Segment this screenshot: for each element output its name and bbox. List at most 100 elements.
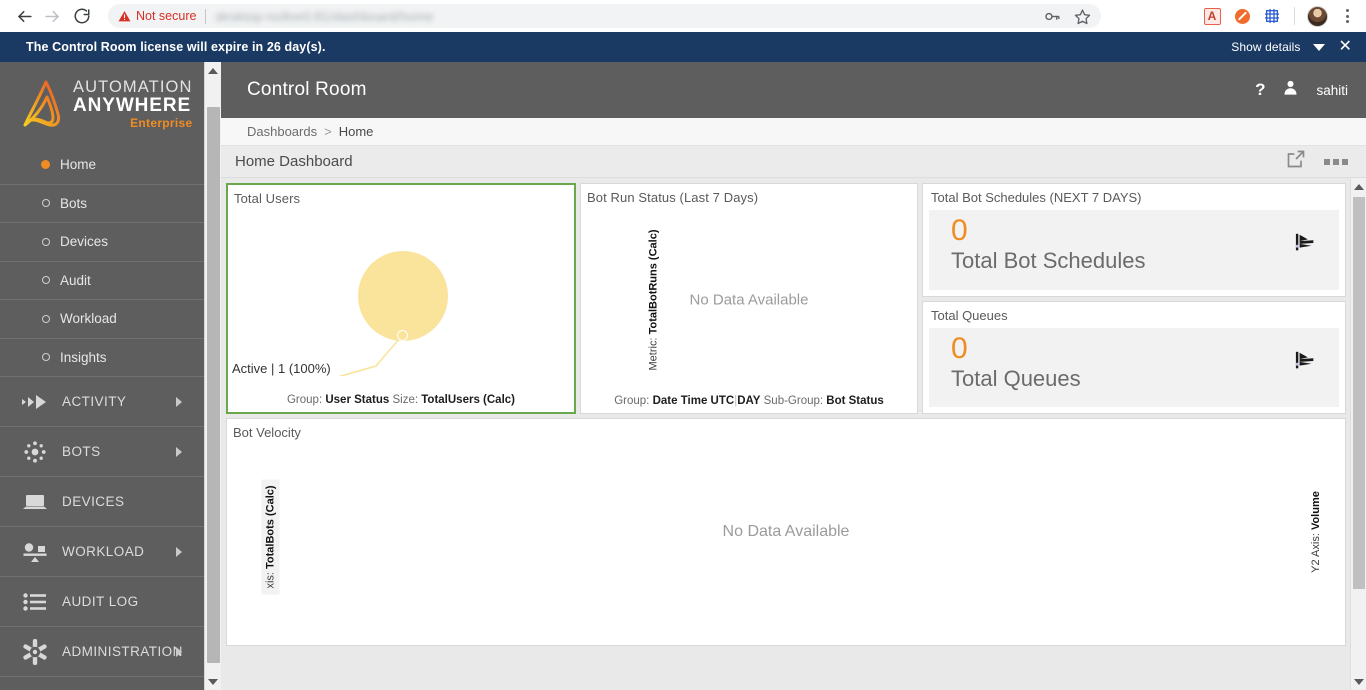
laptop-icon (20, 489, 50, 515)
workload-balance-icon (20, 539, 50, 565)
sidebar-item-audit-log[interactable]: AUDIT LOG (0, 577, 204, 627)
empty-state-message: No Data Available (689, 291, 809, 309)
widget-total-queues[interactable]: Total Queues 0 Total Queues (922, 300, 1346, 414)
scroll-up-arrow-icon[interactable] (205, 62, 221, 79)
show-details-link[interactable]: Show details (1231, 40, 1300, 54)
dashboard-title: Home Dashboard (235, 153, 353, 170)
sidebar-mainitem-label: ACTIVITY (62, 394, 127, 409)
widget-footer: Group: Date Time UTC|DAY Sub-Group: Bot … (614, 395, 884, 407)
adobe-acrobat-icon[interactable]: A (1197, 2, 1227, 30)
chevron-down-icon[interactable] (1313, 43, 1326, 51)
key-icon[interactable] (1037, 2, 1067, 30)
sidebar-item-activity[interactable]: ACTIVITY (0, 377, 204, 427)
bullet-icon (42, 353, 50, 362)
widget-bot-velocity[interactable]: Bot Velocity xis: TotalBots (Calc) No Da… (226, 418, 1346, 646)
widget-total-bot-schedules[interactable]: Total Bot Schedules (NEXT 7 DAYS) 0 Tota… (922, 183, 1346, 297)
breadcrumb: Dashboards > Home (221, 118, 1366, 146)
widget-bot-run-status[interactable]: Bot Run Status (Last 7 Days) Metric: Tot… (580, 183, 918, 414)
active-bullet-icon (41, 160, 50, 170)
sidebar-mainnav: ACTIVITY BOTS DEVICES WORKLOAD AUDIT LOG… (0, 377, 204, 677)
sidebar-mainitem-label: DEVICES (62, 494, 125, 509)
star-icon[interactable] (1067, 2, 1097, 30)
kpi-label: Total Bot Schedules (951, 248, 1146, 273)
more-options-icon[interactable] (1324, 158, 1348, 165)
sidebar-item-bots[interactable]: Bots (0, 185, 204, 223)
sidebar-mainitem-label: AUDIT LOG (62, 594, 139, 609)
dashboard-canvas: Total Users Active | 1 (100%) Group: Use… (221, 178, 1366, 690)
widget-title: Bot Velocity (233, 425, 301, 440)
sidebar-subitem-label: Audit (60, 272, 91, 288)
license-banner: The Control Room license will expire in … (0, 32, 1366, 62)
scrollbar-thumb[interactable] (207, 107, 220, 663)
blue-grid-icon[interactable] (1257, 2, 1287, 30)
sidebar-item-workload[interactable]: WORKLOAD (0, 527, 204, 577)
bot-run-status-chart[interactable]: Metric: TotalBotRuns (Calc) No Data Avai… (581, 205, 917, 395)
brand-logo[interactable]: AUTOMATION ANYWHERE Enterprise (0, 62, 204, 146)
empty-state-message: No Data Available (722, 523, 850, 540)
widget-title: Bot Run Status (Last 7 Days) (587, 190, 759, 205)
control-room-header: Control Room ? sahiti (221, 62, 1366, 118)
widget-total-users[interactable]: Total Users Active | 1 (100%) Group: Use… (226, 183, 576, 414)
user-icon[interactable] (1282, 79, 1299, 101)
profile-avatar[interactable] (1302, 2, 1332, 30)
external-link-icon[interactable] (1286, 149, 1306, 174)
scroll-down-arrow-icon[interactable] (1351, 673, 1366, 690)
omnibox-icons (1037, 4, 1097, 28)
breadcrumb-root[interactable]: Dashboards (247, 124, 317, 139)
sidebar-item-workload[interactable]: Workload (0, 300, 204, 339)
footer-group-key: Group: (614, 395, 650, 407)
widget-footer: Group: User Status Size: TotalUsers (Cal… (228, 394, 574, 412)
page-title: Control Room (247, 79, 367, 100)
bullet-icon (42, 276, 50, 285)
kpi-value: 0 (951, 214, 968, 247)
reload-icon[interactable] (68, 2, 96, 30)
forward-arrow-icon[interactable] (38, 2, 66, 30)
sidebar-item-insights[interactable]: Insights (0, 339, 204, 377)
username-label[interactable]: sahiti (1316, 83, 1348, 98)
sidebar-subitem-label: Bots (60, 195, 88, 211)
main-column: Control Room ? sahiti Dashboards > Home … (221, 62, 1366, 690)
omnibox-divider (205, 8, 207, 24)
footer-group-value-2: DAY (737, 395, 761, 407)
sidebar-subitem-label: Workload (60, 311, 117, 327)
sidebar-mainitem-label: ADMINISTRATION (62, 644, 183, 659)
scroll-up-arrow-icon[interactable] (1351, 178, 1366, 195)
kebab-menu-icon[interactable] (1332, 2, 1362, 30)
address-bar[interactable]: Not secure desktop-no9ve0:81/dashboard/h… (108, 4, 1101, 28)
sidebar-item-home[interactable]: Home (0, 146, 204, 185)
total-users-chart[interactable]: Active | 1 (100%) (228, 206, 574, 394)
chevron-right-icon (176, 446, 182, 457)
widget-title: Total Users (234, 191, 301, 206)
kpi-value: 0 (951, 331, 968, 365)
chevron-right-icon (176, 546, 182, 557)
sidebar-item-bots[interactable]: BOTS (0, 427, 204, 477)
footer-group-key: Group: (286, 394, 323, 406)
bullet-icon (42, 314, 50, 323)
chevron-right-icon (176, 396, 182, 407)
sidebar-item-administration[interactable]: ADMINISTRATION (0, 627, 204, 677)
dashboard-title-bar: Home Dashboard (221, 146, 1366, 178)
sidebar-item-devices[interactable]: Devices (0, 223, 204, 262)
back-arrow-icon[interactable] (10, 2, 38, 30)
automation-anywhere-a-icon (23, 80, 61, 127)
close-icon[interactable]: ✕ (1338, 39, 1352, 55)
list-icon (20, 589, 50, 615)
not-secure-warning-icon (118, 10, 131, 21)
breadcrumb-separator: > (324, 124, 332, 139)
widget-row-1: Total Users Active | 1 (100%) Group: Use… (226, 183, 1346, 414)
sidebar-item-audit[interactable]: Audit (0, 262, 204, 300)
scroll-down-arrow-icon[interactable] (205, 673, 221, 690)
question-mark-icon[interactable]: ? (1255, 80, 1265, 100)
sidebar-scrollbar[interactable] (204, 62, 221, 690)
footer-subgroup-key: Sub-Group: (763, 395, 824, 407)
app-shell: AUTOMATION ANYWHERE Enterprise Home Bots… (0, 62, 1366, 690)
dashboard-scrollbar[interactable] (1350, 178, 1366, 690)
gear-asterisk-icon (20, 638, 50, 665)
bubble-active[interactable] (358, 251, 448, 341)
footer-subgroup-value: Bot Status (826, 395, 884, 407)
scrollbar-thumb[interactable] (1353, 197, 1365, 589)
footer-group-value: User Status (325, 394, 390, 406)
orange-extension-icon[interactable] (1227, 2, 1257, 30)
sidebar-item-devices[interactable]: DEVICES (0, 477, 204, 527)
widget-row-2: Bot Velocity xis: TotalBots (Calc) No Da… (226, 418, 1346, 646)
